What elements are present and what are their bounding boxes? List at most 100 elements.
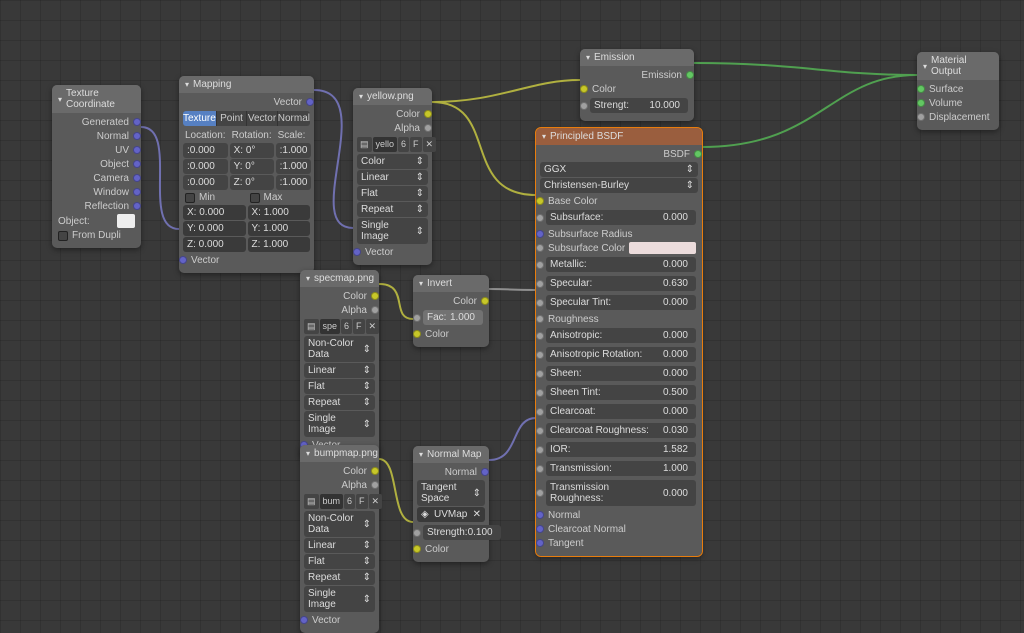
input-color[interactable]: Color — [417, 327, 485, 341]
loc-x[interactable]: :0.000 — [183, 143, 228, 158]
node-mapping[interactable]: ▾Mapping Vector Texture Point Vector Nor… — [179, 76, 314, 273]
input-clearcoat[interactable]: Clearcoat:0.000 — [540, 402, 698, 421]
output-window[interactable]: Window — [56, 185, 137, 199]
input-base-color[interactable]: Base Color — [540, 194, 698, 208]
max-x[interactable]: X: 1.000 — [248, 205, 311, 220]
rot-z[interactable]: Z: 0° — [230, 175, 274, 190]
input-transmission-roughness[interactable]: Transmission Roughness:0.000 — [540, 478, 698, 508]
image-name[interactable]: spe — [320, 319, 341, 334]
input-tangent[interactable]: Tangent — [540, 536, 698, 550]
node-principled-bsdf[interactable]: ▾Principled BSDF BSDF GGX⇕ Christensen-B… — [536, 128, 702, 556]
min-z[interactable]: Z: 0.000 — [183, 237, 246, 252]
input-surface[interactable]: Surface — [921, 82, 995, 96]
projection[interactable]: Flat⇕ — [304, 554, 375, 569]
input-strength[interactable]: Strength:0.100 — [417, 523, 485, 542]
color-space[interactable]: Non-Color Data⇕ — [304, 336, 375, 362]
input-roughness[interactable]: Roughness — [540, 312, 698, 326]
input-metallic[interactable]: Metallic:0.000 — [540, 255, 698, 274]
input-sheen-tint[interactable]: Sheen Tint:0.500 — [540, 383, 698, 402]
input-transmission[interactable]: Transmission:1.000 — [540, 459, 698, 478]
mapping-type-tabs[interactable]: Texture Point Vector Normal — [183, 111, 310, 126]
node-header[interactable]: ▾specmap.png — [300, 270, 379, 287]
source[interactable]: Single Image⇕ — [304, 586, 375, 612]
users-button[interactable]: 6 — [341, 319, 352, 334]
node-header[interactable]: ▾Principled BSDF — [536, 128, 702, 145]
node-image-yellow[interactable]: ▾yellow.png Color Alpha ▤ yello 6 F ✕ Co… — [353, 88, 432, 265]
input-subsurface[interactable]: Subsurface:0.000 — [540, 208, 698, 227]
node-image-bumpmap[interactable]: ▾bumpmap.png Color Alpha ▤ bum 6 F ✕ Non… — [300, 445, 379, 633]
output-emission[interactable]: Emission — [584, 68, 690, 82]
loc-z[interactable]: :0.000 — [183, 175, 228, 190]
input-ior[interactable]: IOR:1.582 — [540, 440, 698, 459]
output-alpha[interactable]: Alpha — [357, 121, 428, 135]
input-vector[interactable]: Vector — [357, 245, 428, 259]
scale-y[interactable]: :1.000 — [276, 159, 312, 174]
browse-icon[interactable]: ▤ — [304, 319, 319, 334]
extension[interactable]: Repeat⇕ — [304, 395, 375, 410]
node-invert[interactable]: ▾Invert Color Fac:1.000 Color — [413, 275, 489, 347]
color-space[interactable]: Color⇕ — [357, 154, 428, 169]
browse-icon[interactable]: ▤ — [304, 494, 319, 509]
output-alpha[interactable]: Alpha — [304, 303, 375, 317]
node-header[interactable]: ▾Normal Map — [413, 446, 489, 463]
min-y[interactable]: Y: 0.000 — [183, 221, 246, 236]
node-image-specmap[interactable]: ▾specmap.png Color Alpha ▤ spe 6 F ✕ Non… — [300, 270, 379, 458]
fake-user-button[interactable]: F — [410, 137, 422, 152]
output-object[interactable]: Object — [56, 157, 137, 171]
projection[interactable]: Flat⇕ — [304, 379, 375, 394]
tab-texture[interactable]: Texture — [183, 111, 217, 126]
output-camera[interactable]: Camera — [56, 171, 137, 185]
input-anisotropic-rotation[interactable]: Anisotropic Rotation:0.000 — [540, 345, 698, 364]
users-button[interactable]: 6 — [398, 137, 409, 152]
min-x[interactable]: X: 0.000 — [183, 205, 246, 220]
image-name[interactable]: bum — [320, 494, 344, 509]
node-header[interactable]: ▾Texture Coordinate — [52, 85, 141, 113]
rot-y[interactable]: Y: 0° — [230, 159, 274, 174]
scale-x[interactable]: :1.000 — [276, 143, 312, 158]
input-strength[interactable]: Strengt:10.000 — [584, 96, 690, 115]
users-button[interactable]: 6 — [344, 494, 355, 509]
node-texture-coordinate[interactable]: ▾Texture Coordinate Generated Normal UV … — [52, 85, 141, 248]
min-checkbox[interactable]: Min — [183, 191, 246, 204]
output-color[interactable]: Color — [357, 107, 428, 121]
max-y[interactable]: Y: 1.000 — [248, 221, 311, 236]
rot-x[interactable]: X: 0° — [230, 143, 274, 158]
node-header[interactable]: ▾Emission — [580, 49, 694, 66]
node-normal-map[interactable]: ▾Normal Map Normal Tangent Space⇕ ◈UVMap… — [413, 446, 489, 562]
node-header[interactable]: ▾Material Output — [917, 52, 999, 80]
max-z[interactable]: Z: 1.000 — [248, 237, 311, 252]
input-anisotropic[interactable]: Anisotropic:0.000 — [540, 326, 698, 345]
input-displacement[interactable]: Displacement — [921, 110, 995, 124]
tab-normal[interactable]: Normal — [278, 111, 310, 126]
sss-method-dropdown[interactable]: Christensen-Burley⇕ — [540, 178, 698, 193]
image-datablock[interactable]: ▤ spe 6 F ✕ — [304, 319, 375, 334]
tab-vector[interactable]: Vector — [247, 111, 277, 126]
image-datablock[interactable]: ▤ yello 6 F ✕ — [357, 137, 428, 152]
space-dropdown[interactable]: Tangent Space⇕ — [417, 480, 485, 506]
input-volume[interactable]: Volume — [921, 96, 995, 110]
input-sheen[interactable]: Sheen:0.000 — [540, 364, 698, 383]
input-subsurface-radius[interactable]: Subsurface Radius — [540, 227, 698, 241]
distribution-dropdown[interactable]: GGX⇕ — [540, 162, 698, 177]
input-clearcoat-normal[interactable]: Clearcoat Normal — [540, 522, 698, 536]
browse-icon[interactable]: ▤ — [357, 137, 372, 152]
node-header[interactable]: ▾Invert — [413, 275, 489, 292]
unlink-button[interactable]: ✕ — [423, 137, 437, 152]
source[interactable]: Single Image⇕ — [357, 218, 428, 244]
color-space[interactable]: Non-Color Data⇕ — [304, 511, 375, 537]
input-color[interactable]: Color — [417, 542, 485, 556]
input-fac[interactable]: Fac:1.000 — [417, 308, 485, 327]
output-alpha[interactable]: Alpha — [304, 478, 375, 492]
node-emission[interactable]: ▾Emission Emission Color Strengt:10.000 — [580, 49, 694, 121]
output-normal[interactable]: Normal — [56, 129, 137, 143]
unlink-button[interactable]: ✕ — [369, 494, 383, 509]
output-vector[interactable]: Vector — [183, 95, 310, 109]
loc-y[interactable]: :0.000 — [183, 159, 228, 174]
image-datablock[interactable]: ▤ bum 6 F ✕ — [304, 494, 375, 509]
input-color[interactable]: Color — [584, 82, 690, 96]
fake-user-button[interactable]: F — [356, 494, 368, 509]
input-vector[interactable]: Vector — [304, 613, 375, 627]
input-normal[interactable]: Normal — [540, 508, 698, 522]
from-dupli-checkbox[interactable]: From Dupli — [56, 229, 137, 242]
object-picker[interactable]: Object: — [56, 213, 137, 229]
